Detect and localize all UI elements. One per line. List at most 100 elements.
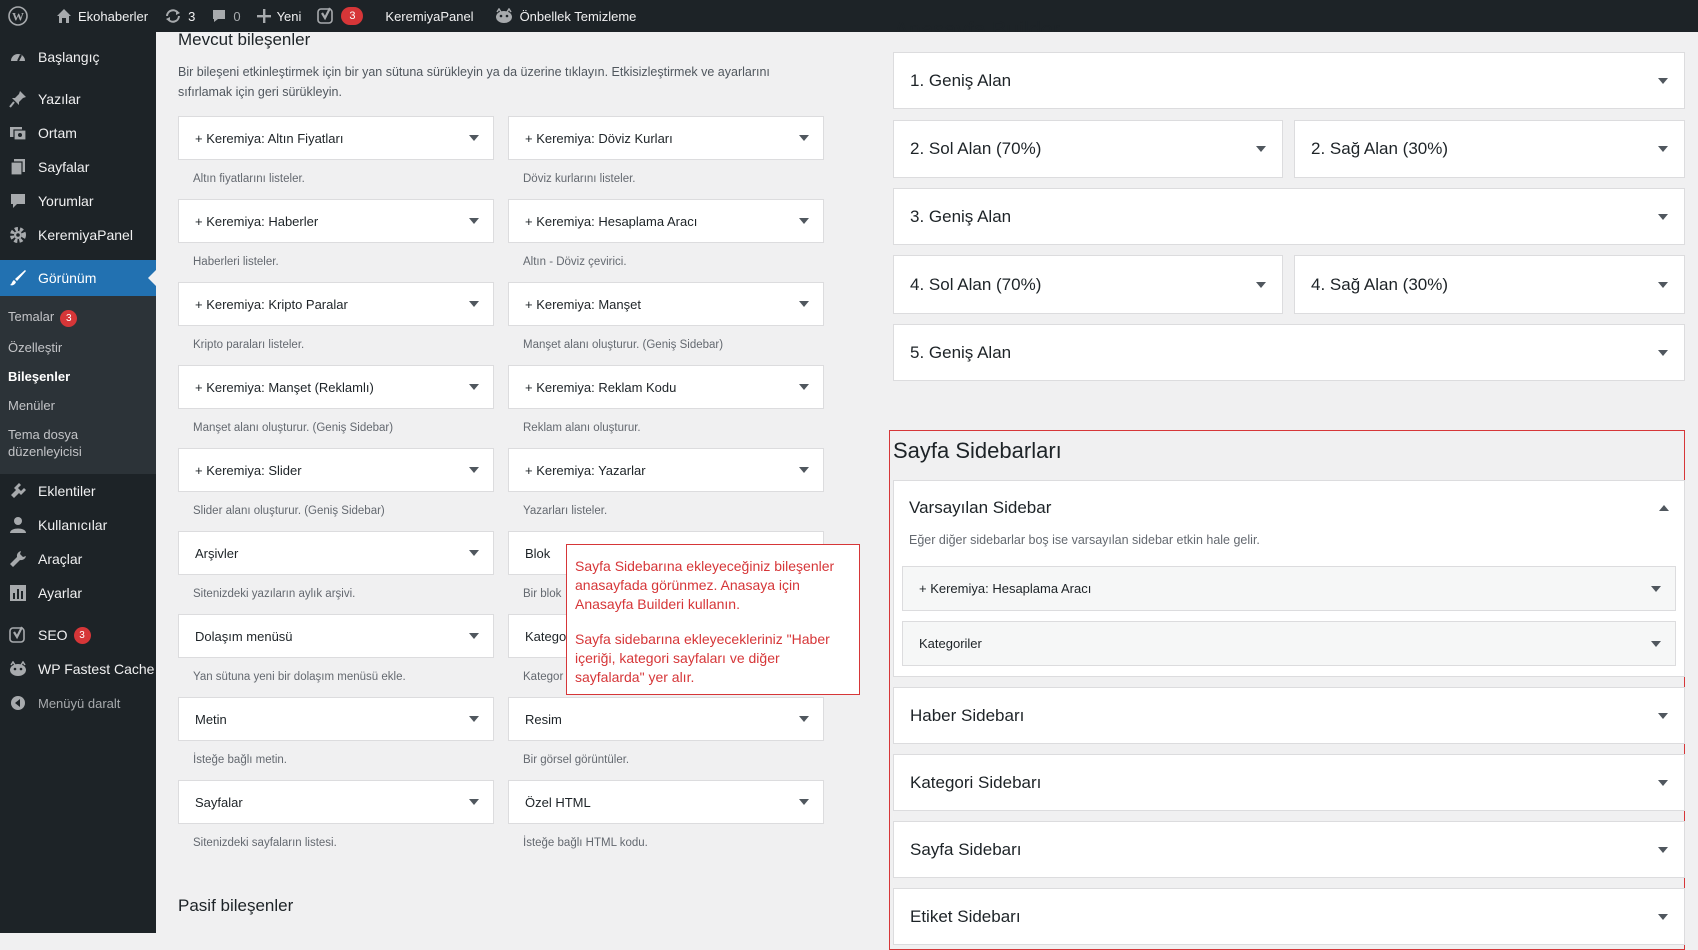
sidebar-widget-kategoriler[interactable]: Kategoriler <box>902 621 1676 666</box>
widget-title: Metin <box>195 711 227 727</box>
widget-description: Bir blok <box>523 588 562 600</box>
chevron-down-icon <box>1651 585 1661 592</box>
submenu-item-widgets[interactable]: Bileşenler <box>0 362 156 391</box>
new-content-link[interactable]: Yeni <box>249 0 310 32</box>
chevron-down-icon <box>1658 146 1668 152</box>
area-wide-5[interactable]: 5. Geniş Alan <box>893 324 1685 381</box>
updates-link[interactable]: 3 <box>156 0 203 32</box>
page-sidebars-title: Sayfa Sidebarları <box>893 438 1062 463</box>
notice-text-2: Sayfa sidebarına ekleyecekleriniz "Haber… <box>575 631 830 685</box>
sidebar-sayfa[interactable]: Sayfa Sidebarı <box>893 821 1685 878</box>
available-widget[interactable]: Resim <box>508 697 824 741</box>
available-widget[interactable]: Dolaşım menüsü <box>178 614 494 658</box>
site-name-link[interactable]: Ekohaberler <box>42 0 156 32</box>
menu-item-seo[interactable]: SEO 3 <box>0 618 156 652</box>
available-widget[interactable]: + Keremiya: Manşet (Reklamlı) <box>178 365 494 409</box>
sidebar-kategori[interactable]: Kategori Sidebarı <box>893 754 1685 811</box>
available-widget[interactable]: + Keremiya: Reklam Kodu <box>508 365 824 409</box>
submenu-item-themes[interactable]: Temalar 3 <box>0 302 156 333</box>
submenu-item-theme-editor[interactable]: Tema dosya düzenleyicisi <box>0 420 116 466</box>
yoast-link[interactable]: 3 <box>309 0 371 32</box>
area-title: 4. Sağ Alan (30%) <box>1311 274 1449 294</box>
available-widget[interactable]: + Keremiya: Döviz Kurları <box>508 116 824 160</box>
area-wide-3[interactable]: 3. Geniş Alan <box>893 188 1685 245</box>
menu-label-users: Kullanıcılar <box>38 517 108 533</box>
area-left-4[interactable]: 4. Sol Alan (70%) <box>893 255 1283 314</box>
comments-link[interactable]: 0 <box>203 0 248 32</box>
chevron-down-icon <box>799 135 809 141</box>
area-right-2[interactable]: 2. Sağ Alan (30%) <box>1294 120 1685 178</box>
widget-description: Sitenizdeki sayfaların listesi. <box>193 837 337 849</box>
widget-description: Altın - Döviz çevirici. <box>523 256 627 268</box>
menu-label-plugins: Eklentiler <box>38 483 96 499</box>
chevron-down-icon <box>799 301 809 307</box>
menu-collapse-button[interactable]: Menüyü daralt <box>0 686 156 720</box>
sidebar-title: Etiket Sidebarı <box>910 906 1021 926</box>
area-wide-1[interactable]: 1. Geniş Alan <box>893 52 1685 109</box>
widget-title: + Keremiya: Kripto Paralar <box>195 296 348 312</box>
menu-item-media[interactable]: Ortam <box>0 116 156 150</box>
menu-item-users[interactable]: Kullanıcılar <box>0 508 156 542</box>
chevron-down-icon <box>1658 913 1668 920</box>
available-widget[interactable]: Sayfalar <box>178 780 494 824</box>
available-widget[interactable]: + Keremiya: Yazarlar <box>508 448 824 492</box>
available-widget[interactable]: + Keremiya: Haberler <box>178 199 494 243</box>
menu-label-keremiyapanel: KeremiyaPanel <box>38 227 133 243</box>
info-notice: Sayfa Sidebarına ekleyeceğiniz bileşenle… <box>566 544 860 695</box>
sidebar-etiket[interactable]: Etiket Sidebarı <box>893 888 1685 945</box>
menu-label-posts: Yazılar <box>38 91 81 107</box>
area-right-4[interactable]: 4. Sağ Alan (30%) <box>1294 255 1685 314</box>
submenu-item-menus[interactable]: Menüler <box>0 391 156 420</box>
area-left-2[interactable]: 2. Sol Alan (70%) <box>893 120 1283 178</box>
submenu-label-customize: Özelleştir <box>8 340 63 355</box>
available-widget[interactable]: + Keremiya: Slider <box>178 448 494 492</box>
menu-item-plugins[interactable]: Eklentiler <box>0 474 156 508</box>
available-widget[interactable]: Özel HTML <box>508 780 824 824</box>
menu-label-comments: Yorumlar <box>38 193 94 209</box>
widget-title: + Keremiya: Hesaplama Aracı <box>525 213 698 229</box>
default-sidebar-header[interactable]: Varsayılan Sidebar <box>893 480 1685 536</box>
available-widget[interactable]: + Keremiya: Hesaplama Aracı <box>508 199 824 243</box>
plugin-icon <box>8 481 28 501</box>
menu-item-pages[interactable]: Sayfalar <box>0 150 156 184</box>
chevron-down-icon <box>1658 779 1668 786</box>
available-widget[interactable]: + Keremiya: Manşet <box>508 282 824 326</box>
menu-item-keremiyapanel[interactable]: KeremiyaPanel <box>0 218 156 252</box>
widget-title: + Keremiya: Döviz Kurları <box>525 130 673 146</box>
chevron-down-icon <box>1658 846 1668 853</box>
brush-icon <box>8 268 28 288</box>
menu-item-wp-fastest-cache[interactable]: WP Fastest Cache <box>0 652 156 686</box>
admin-bar: W Ekohaberler 3 0 Yeni 3 KeremiyaPanel Ö… <box>0 0 1698 32</box>
menu-label-tools: Araçlar <box>38 551 83 567</box>
sidebar-title: Haber Sidebarı <box>910 705 1025 725</box>
widget-title: Özel HTML <box>525 794 591 810</box>
keremiya-panel-link[interactable]: KeremiyaPanel <box>371 0 481 32</box>
available-widget[interactable]: + Keremiya: Altın Fiyatları <box>178 116 494 160</box>
menu-item-tools[interactable]: Araçlar <box>0 542 156 576</box>
sidebar-widget-hesaplama[interactable]: + Keremiya: Hesaplama Aracı <box>902 566 1676 611</box>
widget-title: Kategoriler <box>919 636 982 651</box>
submenu-label-widgets: Bileşenler <box>8 369 71 384</box>
menu-item-dashboard[interactable]: Başlangıç <box>0 40 156 74</box>
chevron-down-icon <box>1658 349 1668 356</box>
cache-clear-link[interactable]: Önbellek Temizleme <box>482 0 645 32</box>
chevron-down-icon <box>469 218 479 224</box>
menu-item-posts[interactable]: Yazılar <box>0 82 156 116</box>
menu-item-appearance[interactable]: Görünüm <box>0 260 156 296</box>
widget-title: + Keremiya: Manşet (Reklamlı) <box>195 379 374 395</box>
widget-title: Sayfalar <box>195 794 243 810</box>
available-widget[interactable]: Metin <box>178 697 494 741</box>
available-widget[interactable]: Arşivler <box>178 531 494 575</box>
widget-description: Yazarları listeler. <box>523 505 608 517</box>
sidebar-haber[interactable]: Haber Sidebarı <box>893 687 1685 744</box>
comment-icon <box>211 8 227 24</box>
menu-item-comments[interactable]: Yorumlar <box>0 184 156 218</box>
widget-description: Yan sütuna yeni bir dolaşım menüsü ekle. <box>193 671 406 683</box>
submenu-label-themes: Temalar <box>8 309 55 324</box>
site-name: Ekohaberler <box>78 8 149 24</box>
available-widget[interactable]: + Keremiya: Kripto Paralar <box>178 282 494 326</box>
chevron-down-icon <box>799 716 809 722</box>
menu-item-settings[interactable]: Ayarlar <box>0 576 156 610</box>
submenu-item-customize[interactable]: Özelleştir <box>0 333 156 362</box>
wordpress-logo-button[interactable]: W <box>0 0 42 32</box>
